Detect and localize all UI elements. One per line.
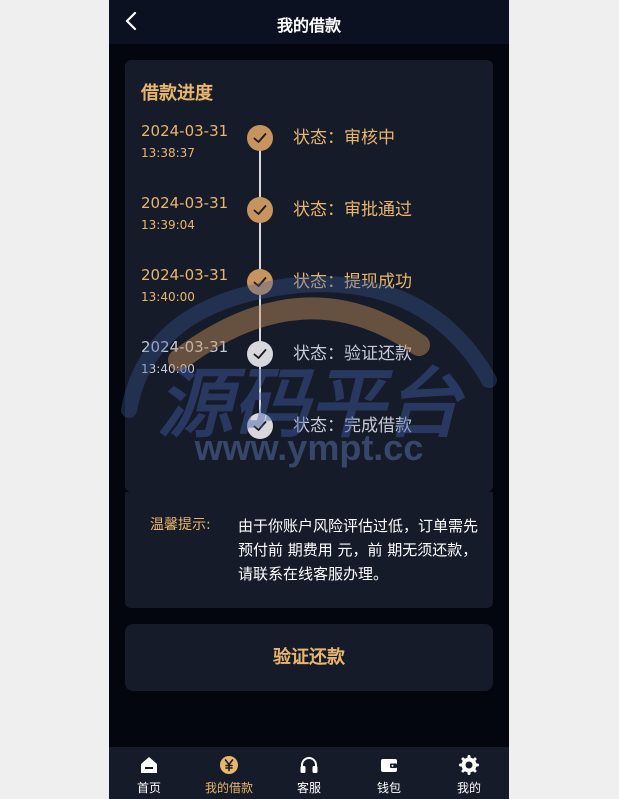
step-time: 13:38:37	[141, 146, 195, 160]
tip-text: 由于你账户风险评估过低，订单需先预付前 期费用 元，前 期无须还款，请联系在线客…	[238, 517, 479, 583]
tab-customer-service[interactable]: 客服	[269, 747, 349, 799]
tab-label: 钱包	[376, 781, 401, 795]
tab-home[interactable]: 首页	[109, 747, 189, 799]
step-status: 状态：审批通过	[293, 200, 412, 220]
timeline-step: 2024-03-31 13:39:04 状态：审批通过	[125, 194, 493, 250]
headset-icon	[300, 757, 318, 773]
check-icon	[247, 125, 273, 151]
loan-progress-card: 借款进度 2024-03-31 13:38:37 状态：审核中 2024-03-…	[125, 60, 493, 492]
progress-title: 借款进度	[141, 83, 213, 104]
tab-label: 客服	[296, 781, 321, 795]
step-time: 13:40:00	[141, 362, 195, 376]
top-nav-bar: 我的借款	[109, 0, 509, 44]
tip-label: 温馨提示:	[150, 517, 211, 533]
timeline-step: 状态：完成借款	[125, 410, 493, 466]
page-title: 我的借款	[276, 16, 341, 35]
step-date: 2024-03-31	[141, 122, 229, 140]
yen-icon	[220, 756, 238, 774]
step-time: 13:39:04	[141, 218, 195, 232]
wallet-icon	[381, 759, 397, 772]
timeline-step: 2024-03-31 13:40:00 状态：验证还款	[125, 338, 493, 394]
check-icon	[247, 269, 273, 295]
tab-wallet[interactable]: 钱包	[349, 747, 429, 799]
step-status: 状态：完成借款	[293, 416, 412, 436]
verify-repayment-button[interactable]: 验证还款	[125, 624, 493, 691]
tab-mine[interactable]: 我的	[429, 747, 509, 799]
step-date: 2024-03-31	[141, 338, 229, 356]
check-icon	[247, 341, 273, 367]
tab-label: 首页	[136, 781, 161, 795]
tab-label: 我的	[456, 781, 481, 795]
tab-label: 我的借款	[204, 781, 253, 795]
step-status: 状态：验证还款	[293, 344, 412, 364]
tab-my-loan[interactable]: 我的借款	[189, 747, 269, 799]
warm-tip-card: 温馨提示: 由于你账户风险评估过低，订单需先预付前 期费用 元，前 期无须还款，…	[125, 492, 493, 608]
step-time: 13:40:00	[141, 290, 195, 304]
timeline-step: 2024-03-31 13:38:37 状态：审核中	[125, 122, 493, 178]
home-icon	[141, 757, 157, 773]
step-date: 2024-03-31	[141, 194, 229, 212]
gear-icon	[459, 755, 479, 775]
phone-screen: 我的借款 借款进度 2024-03-31 13:38:37 状态：审核中 202…	[109, 0, 509, 799]
bottom-tab-bar: 首页 我的借款 客服 钱包 我的	[109, 747, 509, 799]
step-status: 状态：审核中	[293, 128, 395, 148]
step-date: 2024-03-31	[141, 266, 229, 284]
step-status: 状态：提现成功	[293, 272, 412, 292]
timeline-step: 2024-03-31 13:40:00 状态：提现成功	[125, 266, 493, 322]
check-icon	[247, 197, 273, 223]
check-icon	[247, 413, 273, 439]
